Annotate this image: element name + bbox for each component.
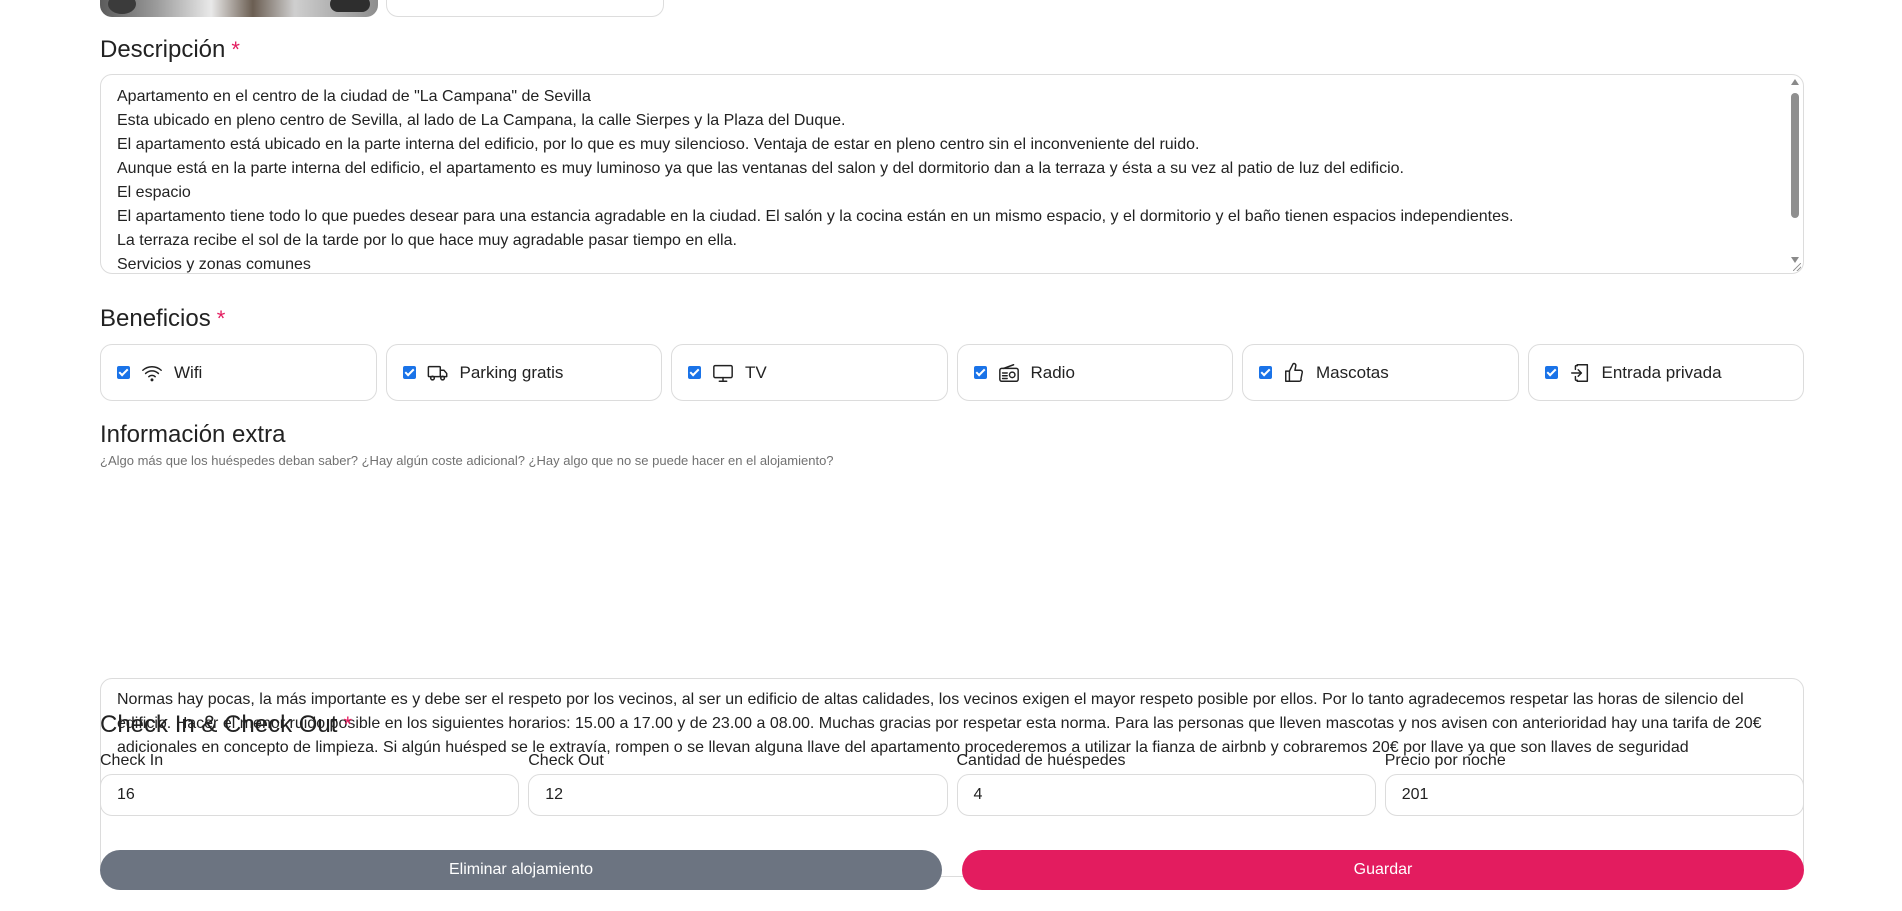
required-asterisk: *	[216, 306, 226, 331]
required-asterisk: *	[343, 712, 352, 737]
save-button[interactable]: Guardar	[962, 850, 1804, 890]
checkin-field: Check In 16	[100, 748, 520, 816]
checkout-input[interactable]: 12	[528, 774, 948, 816]
benefit-checkbox[interactable]	[117, 366, 130, 379]
description-line: El apartamento tiene todo lo que puedes …	[117, 208, 1514, 225]
truck-icon	[426, 361, 450, 385]
benefit-entrada-privada[interactable]: Entrada privada	[1527, 344, 1804, 401]
description-textarea[interactable]: Apartamento en el centro de la ciudad de…	[100, 74, 1804, 274]
scrollbar-thumb[interactable]	[1791, 93, 1799, 218]
price-input[interactable]: 201	[1384, 774, 1804, 816]
description-line: Servicios y zonas comunes	[117, 256, 311, 273]
benefits-title: Beneficios *	[100, 305, 1804, 333]
guests-input[interactable]: 4	[956, 774, 1376, 816]
price-field: Precio por noche 201	[1384, 748, 1804, 816]
tv-icon	[711, 361, 735, 385]
listing-photo-thumbnail[interactable]	[100, 0, 378, 17]
price-label: Precio por noche	[1384, 752, 1506, 769]
resize-grip-icon[interactable]	[1793, 263, 1801, 271]
benefits-section: Beneficios *	[100, 305, 1804, 333]
extra-info-hint: ¿Algo más que los huéspedes deban saber?…	[100, 453, 834, 468]
extra-info-section: Información extra ¿Algo más que los hués…	[100, 421, 1804, 468]
description-scrollbar[interactable]	[1789, 79, 1801, 269]
checkin-title: Check In & Check Out *	[100, 711, 1804, 739]
description-line: Apartamento en el centro de la ciudad de…	[117, 88, 591, 105]
photo-badge	[330, 0, 370, 12]
benefit-checkbox[interactable]	[1259, 366, 1272, 379]
benefit-label: Radio	[1030, 362, 1075, 382]
guests-label: Cantidad de huéspedes	[956, 752, 1126, 769]
benefits-list: Wifi Parking gratis TV Radio Mascotas En	[100, 344, 1804, 401]
checkin-input[interactable]: 16	[100, 774, 520, 816]
description-section: Descripción *	[100, 36, 1804, 64]
description-line: El espacio	[117, 184, 191, 201]
description-line: La terraza recibe el sol de la tarde por…	[117, 232, 737, 249]
description-title-text: Descripción	[100, 36, 226, 63]
checkin-section: Check In & Check Out *	[100, 711, 1804, 739]
benefit-wifi[interactable]: Wifi	[100, 344, 377, 401]
checkin-fields: Check In 16 Check Out 12 Cantidad de hué…	[100, 748, 1804, 816]
required-asterisk: *	[231, 37, 240, 62]
benefit-label: Parking gratis	[459, 362, 564, 382]
description-line: Aunque está en la parte interna del edif…	[117, 160, 1404, 177]
benefit-mascotas[interactable]: Mascotas	[1242, 344, 1519, 401]
description-line: Esta ubicado en pleno centro de Sevilla,…	[117, 112, 846, 129]
benefit-label: TV	[745, 362, 767, 382]
delete-listing-button[interactable]: Eliminar alojamiento	[100, 850, 942, 890]
benefit-radio[interactable]: Radio	[956, 344, 1233, 401]
benefit-parking[interactable]: Parking gratis	[385, 344, 662, 401]
guests-field: Cantidad de huéspedes 4	[956, 748, 1376, 816]
thumbs-up-icon	[1282, 361, 1306, 385]
extra-info-title-text: Información extra	[100, 421, 286, 448]
photo-empty-slot[interactable]	[386, 0, 664, 17]
benefit-label: Wifi	[174, 362, 203, 382]
benefit-checkbox[interactable]	[402, 366, 416, 379]
radio-icon	[997, 361, 1021, 385]
benefit-tv[interactable]: TV	[671, 344, 948, 401]
door-enter-icon	[1568, 361, 1592, 385]
benefit-checkbox[interactable]	[973, 366, 987, 379]
checkout-field: Check Out 12	[528, 748, 948, 816]
benefit-checkbox[interactable]	[1544, 366, 1558, 379]
wifi-icon	[140, 361, 164, 385]
benefit-label: Mascotas	[1316, 362, 1389, 382]
benefit-checkbox[interactable]	[688, 366, 701, 379]
action-buttons: Eliminar alojamiento Guardar	[100, 850, 1804, 890]
checkout-label: Check Out	[528, 752, 604, 769]
checkin-title-text: Check In & Check Out	[100, 711, 338, 738]
extra-info-title: Información extra	[100, 421, 1804, 449]
photo-action-icon[interactable]	[108, 0, 136, 14]
benefit-label: Entrada privada	[1601, 362, 1722, 382]
description-line: El apartamento está ubicado en la parte …	[117, 136, 1200, 153]
scroll-up-arrow-icon[interactable]	[1791, 79, 1799, 85]
photo-gallery-remnant	[100, 0, 700, 18]
description-title: Descripción *	[100, 36, 1804, 64]
checkin-label: Check In	[100, 752, 164, 769]
benefits-title-text: Beneficios	[100, 305, 211, 332]
